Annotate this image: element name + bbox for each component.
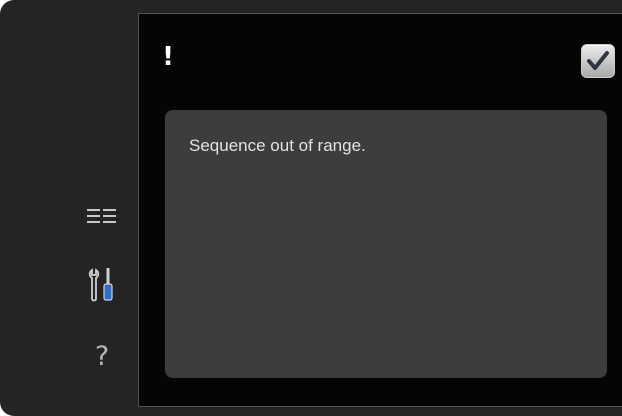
help-icon[interactable]: ?: [80, 336, 124, 376]
tools-icon[interactable]: [80, 265, 124, 305]
message-text: Sequence out of range.: [189, 136, 366, 155]
sidebar: ?: [0, 0, 138, 416]
list-icon[interactable]: [80, 197, 124, 237]
confirm-button[interactable]: [581, 44, 615, 78]
message-panel: Sequence out of range.: [165, 110, 607, 378]
device-frame: ? ! Sequence out of range.: [0, 0, 622, 416]
dialog-screen: ! Sequence out of range.: [138, 13, 622, 407]
alert-icon: !: [162, 42, 174, 72]
checkmark-icon: [587, 51, 609, 70]
help-glyph: ?: [94, 340, 110, 372]
